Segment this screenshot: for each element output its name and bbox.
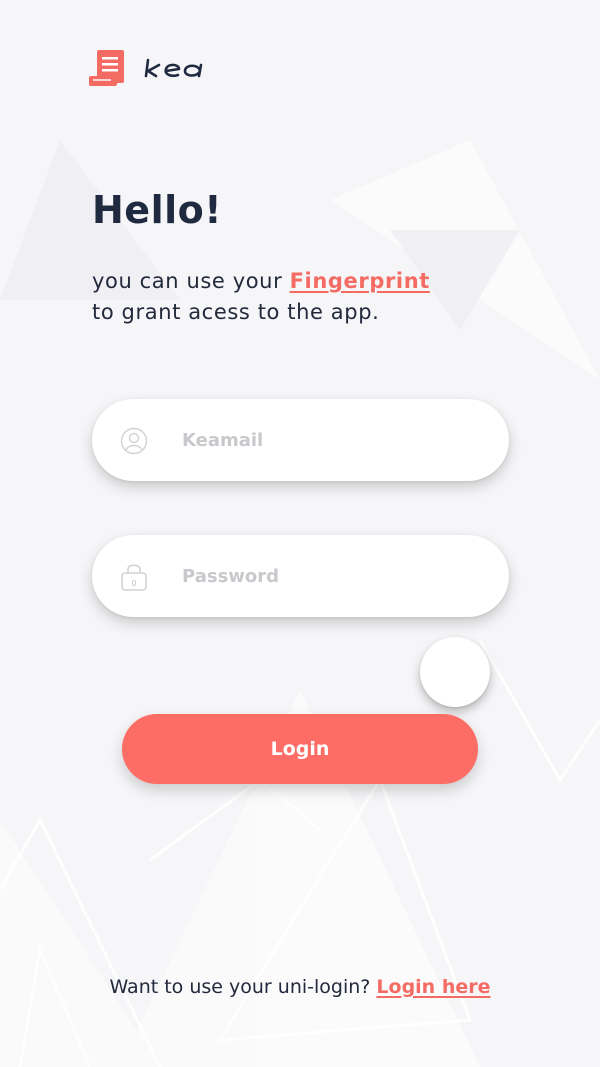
background-pattern	[0, 140, 600, 1067]
kea-wordmark	[144, 58, 203, 78]
svg-text:0: 0	[131, 579, 136, 588]
subtitle: you can use your Fingerprint to grant ac…	[92, 266, 512, 328]
receipt-icon	[89, 50, 124, 86]
email-field[interactable]	[92, 399, 509, 481]
subtitle-line1: you can use your	[92, 269, 290, 293]
email-input[interactable]	[180, 399, 479, 481]
password-field[interactable]: 0	[92, 535, 509, 617]
footer: Want to use your uni-login? Login here	[0, 976, 600, 998]
fingerprint-button[interactable]	[420, 637, 490, 707]
uni-login-link[interactable]: Login here	[376, 976, 490, 998]
brand-logo: kea	[88, 48, 206, 88]
login-button[interactable]: Login	[122, 714, 478, 784]
subtitle-line2: to grant acess to the app.	[92, 300, 380, 324]
fingerprint-link[interactable]: Fingerprint	[290, 269, 430, 293]
lock-icon: 0	[121, 564, 147, 591]
password-input[interactable]	[180, 535, 479, 617]
user-icon	[120, 427, 148, 455]
footer-prompt: Want to use your uni-login?	[109, 976, 377, 998]
page-title: Hello!	[92, 188, 223, 232]
